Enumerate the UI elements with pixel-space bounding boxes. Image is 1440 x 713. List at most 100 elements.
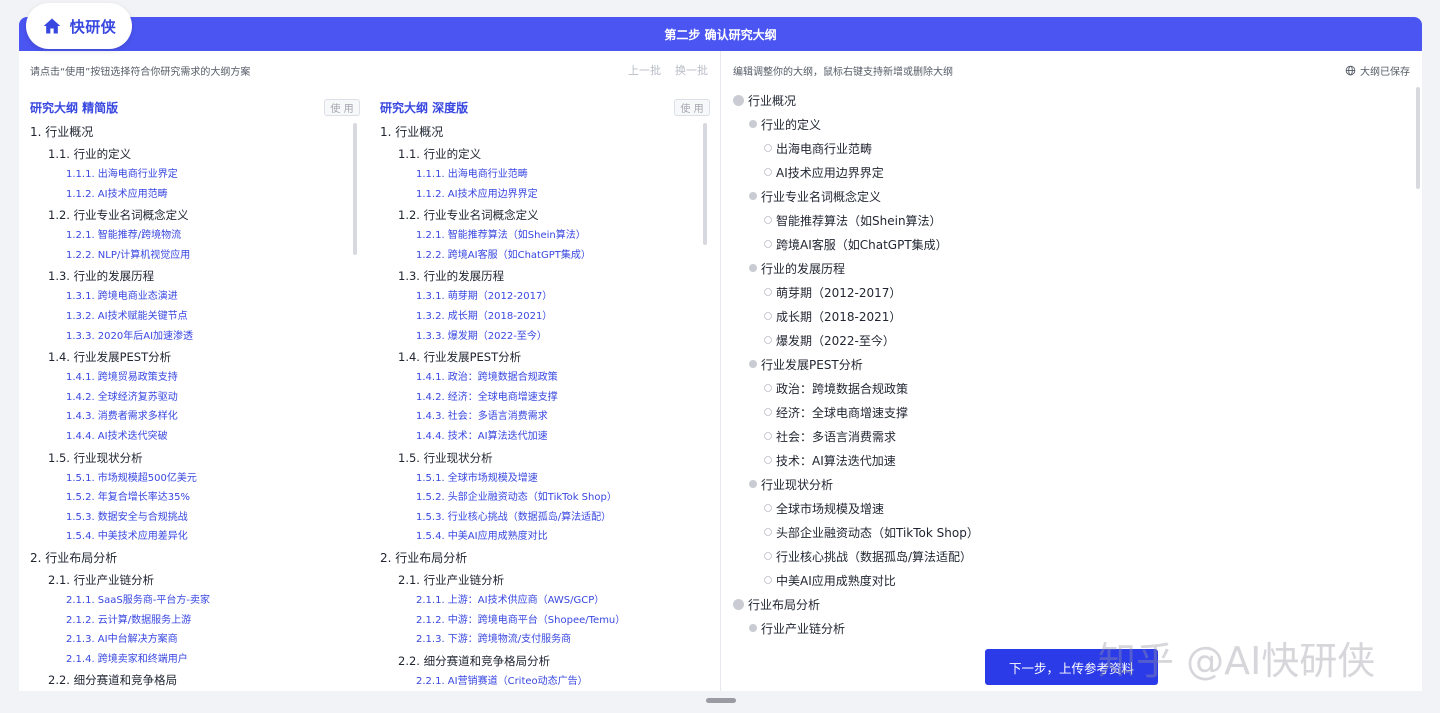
tree-node-bullet-icon[interactable] — [749, 480, 757, 488]
tree-node-bullet-icon[interactable] — [764, 528, 772, 536]
tree-node-label: 行业核心挑战（数据孤岛/算法适配） — [776, 549, 973, 564]
outline-lines: 1. 行业概况 1.1. 行业的定义 1.1.1. 出海电商行业界定 1.1.2. A… — [30, 121, 360, 691]
tree-node-bullet-icon[interactable] — [764, 216, 772, 224]
outline-line-level-2: 1.4. 行业发展PEST分析 — [398, 350, 522, 365]
next-batch-button[interactable]: 换一批 — [675, 62, 708, 78]
tree-node-label: 技术：AI算法迭代加速 — [776, 453, 896, 468]
outline-line-level-3: 1.4.2. 全球经济复苏驱动 — [66, 391, 178, 403]
tree-node-level-3[interactable]: 头部企业融资动态（如TikTok Shop） — [733, 520, 1413, 544]
outline-line-level-2: 1.2. 行业专业名词概念定义 — [48, 208, 189, 223]
tree-node-bullet-icon[interactable] — [764, 240, 772, 248]
outline-line-level-2: 2.1. 行业产业链分析 — [48, 572, 155, 587]
outline-line-level-1: 2. 行业布局分析 — [380, 550, 468, 565]
tree-node-level-2[interactable]: 行业的发展历程 — [733, 256, 1413, 280]
outline-tree: 行业概况 行业的定义 出海电商行业范畴 AI技术应用边界界定行业专业名词概念定义智能推… — [733, 88, 1413, 640]
outline-line-level-3: 1.3.3. 爆发期（2022-至今） — [416, 330, 547, 342]
outline-line-level-2: 1.1. 行业的定义 — [48, 147, 132, 161]
use-concise-button[interactable]: 使 用 — [324, 98, 360, 116]
tree-node-bullet-icon[interactable] — [733, 94, 744, 106]
outline-line-level-3: 1.3.2. 成长期（2018-2021） — [416, 310, 553, 322]
outline-line-level-3: 1.3.1. 萌芽期（2012-2017） — [416, 291, 553, 303]
tree-node-bullet-icon[interactable] — [764, 288, 772, 296]
tree-node-bullet-icon[interactable] — [764, 336, 772, 344]
tree-node-level-3[interactable]: 跨境AI客服（如ChatGPT集成） — [733, 232, 1413, 256]
outline-option-title: 研究大纲 精简版 — [30, 100, 119, 115]
tree-node-label: 头部企业融资动态（如TikTok Shop） — [776, 525, 979, 540]
tree-node-level-1[interactable]: 行业布局分析 — [733, 592, 1413, 616]
scrollbar-detailed[interactable] — [703, 123, 707, 245]
tree-node-level-3[interactable]: AI技术应用边界界定 — [733, 160, 1413, 184]
tree-node-level-1[interactable]: 行业概况 — [733, 88, 1413, 112]
tree-node-label: 智能推荐算法（如Shein算法） — [776, 213, 942, 228]
tree-node-level-3[interactable]: 社会：多语言消费需求 — [733, 424, 1413, 448]
scrollbar-concise[interactable] — [353, 123, 357, 255]
tree-node-label: AI技术应用边界界定 — [776, 165, 884, 180]
tree-node-level-3[interactable]: 出海电商行业范畴 — [733, 136, 1413, 160]
tree-node-label: 萌芽期（2012-2017） — [776, 285, 902, 300]
use-detailed-button[interactable]: 使 用 — [674, 98, 710, 116]
logo-text: 快研侠 — [69, 17, 117, 36]
tree-node-level-3[interactable]: 技术：AI算法迭代加速 — [733, 448, 1413, 472]
tree-node-label: 行业专业名词概念定义 — [761, 189, 882, 204]
outline-line-level-3: 1.1.1. 出海电商行业范畴 — [416, 169, 528, 180]
tree-node-level-2[interactable]: 行业现状分析 — [733, 472, 1413, 496]
outline-lines: 1. 行业概况 1.1. 行业的定义 1.1.1. 出海电商行业范畴 1.1.2. A… — [380, 121, 710, 691]
batch-controls: 上一批 换一批 — [628, 62, 708, 78]
outline-line-level-3: 1.5.2. 头部企业融资动态（如TikTok Shop） — [416, 492, 617, 504]
tree-node-bullet-icon[interactable] — [764, 144, 772, 152]
tree-node-bullet-icon[interactable] — [764, 384, 772, 392]
outline-line-level-3: 2.1.1. 上游：AI技术供应商（AWS/GCP） — [416, 594, 605, 606]
tree-node-bullet-icon[interactable] — [764, 456, 772, 464]
tree-node-level-2[interactable]: 行业发展PEST分析 — [733, 352, 1413, 376]
app-logo[interactable]: 快研侠 — [26, 3, 132, 49]
tree-node-bullet-icon[interactable] — [764, 432, 772, 440]
tree-node-level-3[interactable]: 成长期（2018-2021） — [733, 304, 1413, 328]
tree-node-level-3[interactable]: 全球市场规模及增速 — [733, 496, 1413, 520]
outline-line-level-3: 1.2.1. 智能推荐算法（如Shein算法） — [416, 230, 586, 242]
tree-node-level-3[interactable]: 行业核心挑战（数据孤岛/算法适配） — [733, 544, 1413, 568]
resize-handle[interactable] — [706, 698, 736, 703]
tree-node-level-3[interactable]: 萌芽期（2012-2017） — [733, 280, 1413, 304]
tree-node-bullet-icon[interactable] — [764, 552, 772, 560]
globe-icon — [1345, 65, 1356, 76]
tree-node-bullet-icon[interactable] — [764, 168, 772, 176]
tree-node-bullet-icon[interactable] — [764, 312, 772, 320]
tree-node-level-3[interactable]: 政治：跨境数据合规政策 — [733, 376, 1413, 400]
scrollbar-editor[interactable] — [1416, 87, 1420, 189]
tree-node-bullet-icon[interactable] — [764, 504, 772, 512]
tree-node-level-3[interactable]: 中美AI应用成熟度对比 — [733, 568, 1413, 592]
outline-option-concise: 研究大纲 精简版 使 用 1. 行业概况 1.1. 行业的定义 1.1.1. 出海电… — [30, 98, 360, 691]
tree-node-bullet-icon[interactable] — [749, 624, 757, 632]
tree-node-label: 政治：跨境数据合规政策 — [776, 381, 909, 396]
tree-node-level-2[interactable]: 行业产业链分析 — [733, 616, 1413, 640]
outline-line-level-2: 1.2. 行业专业名词概念定义 — [398, 208, 539, 223]
outline-line-level-2: 1.4. 行业发展PEST分析 — [48, 350, 172, 365]
outline-line-level-1: 1. 行业概况 — [380, 125, 444, 139]
next-step-button[interactable]: 下一步，上传参考资料 — [985, 649, 1158, 685]
outline-line-level-3: 1.5.2. 年复合增长率达35% — [66, 492, 191, 504]
tree-node-bullet-icon[interactable] — [749, 264, 757, 272]
tree-node-bullet-icon[interactable] — [764, 576, 772, 584]
outline-line-level-1: 1. 行业概况 — [30, 125, 94, 139]
outline-line-level-3: 1.2.1. 智能推荐/跨境物流 — [66, 230, 182, 242]
prev-batch-button[interactable]: 上一批 — [628, 62, 661, 78]
outline-line-level-2: 2.1. 行业产业链分析 — [398, 572, 505, 587]
outline-line-level-3: 1.5.3. 行业核心挑战（数据孤岛/算法适配） — [416, 511, 612, 523]
outline-line-level-3: 1.2.2. 跨境AI客服（如ChatGPT集成） — [416, 249, 591, 261]
tree-node-bullet-icon[interactable] — [733, 598, 744, 610]
outline-options-pane: 请点击“使用”按钮选择符合你研究需求的大纲方案 上一批 换一批 研究大纲 精简版… — [19, 51, 720, 691]
outline-line-level-3: 2.1.2. 云计算/数据服务上游 — [66, 614, 192, 626]
outline-line-level-3: 1.5.1. 市场规模超500亿美元 — [66, 472, 197, 484]
tree-node-level-3[interactable]: 智能推荐算法（如Shein算法） — [733, 208, 1413, 232]
tree-node-bullet-icon[interactable] — [764, 408, 772, 416]
tree-node-level-3[interactable]: 爆发期（2022-至今） — [733, 328, 1413, 352]
outline-line-level-3: 1.4.3. 消费者需求多样化 — [66, 411, 178, 423]
outline-line-level-3: 1.4.3. 社会：多语言消费需求 — [416, 411, 548, 423]
tree-node-level-3[interactable]: 经济：全球电商增速支撑 — [733, 400, 1413, 424]
tree-node-bullet-icon[interactable] — [749, 192, 757, 200]
tree-node-label: 中美AI应用成熟度对比 — [776, 573, 896, 588]
tree-node-level-2[interactable]: 行业的定义 — [733, 112, 1413, 136]
tree-node-bullet-icon[interactable] — [749, 120, 757, 128]
tree-node-level-2[interactable]: 行业专业名词概念定义 — [733, 184, 1413, 208]
tree-node-bullet-icon[interactable] — [749, 360, 757, 368]
